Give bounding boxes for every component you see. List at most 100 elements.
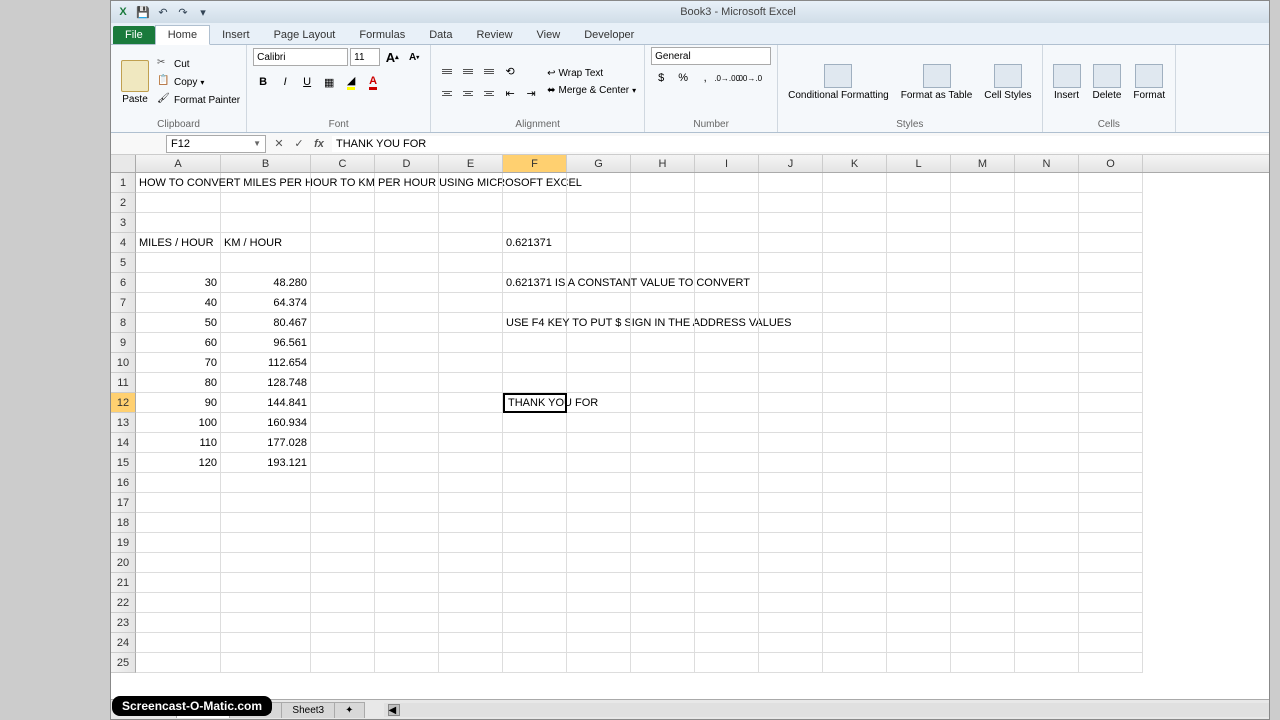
cell-D25[interactable] (375, 653, 439, 673)
cell-L17[interactable] (887, 493, 951, 513)
cell-A2[interactable] (136, 193, 221, 213)
wrap-text-button[interactable]: ↩Wrap Text (545, 66, 638, 81)
cell-C5[interactable] (311, 253, 375, 273)
cell-A3[interactable] (136, 213, 221, 233)
cell-N4[interactable] (1015, 233, 1079, 253)
row-header-12[interactable]: 12 (111, 393, 136, 413)
format-as-table-button[interactable]: Format as Table (897, 62, 977, 103)
cell-K7[interactable] (823, 293, 887, 313)
orientation-button[interactable]: ⟲ (500, 61, 520, 81)
row-header-24[interactable]: 24 (111, 633, 136, 653)
name-box-dropdown-icon[interactable]: ▼ (253, 139, 261, 148)
cell-D24[interactable] (375, 633, 439, 653)
hscroll-left-arrow[interactable]: ◀ (388, 704, 400, 716)
cell-J22[interactable] (759, 593, 823, 613)
cell-N5[interactable] (1015, 253, 1079, 273)
cell-I20[interactable] (695, 553, 759, 573)
align-right-button[interactable] (479, 83, 499, 103)
cell-E18[interactable] (439, 513, 503, 533)
cell-O10[interactable] (1079, 353, 1143, 373)
row-header-14[interactable]: 14 (111, 433, 136, 453)
save-icon[interactable]: 💾 (135, 4, 151, 20)
cell-J5[interactable] (759, 253, 823, 273)
cell-I5[interactable] (695, 253, 759, 273)
cell-M10[interactable] (951, 353, 1015, 373)
cell-I22[interactable] (695, 593, 759, 613)
cell-M19[interactable] (951, 533, 1015, 553)
row-header-19[interactable]: 19 (111, 533, 136, 553)
cell-H18[interactable] (631, 513, 695, 533)
cell-D10[interactable] (375, 353, 439, 373)
cell-A5[interactable] (136, 253, 221, 273)
cell-M9[interactable] (951, 333, 1015, 353)
cell-F13[interactable] (503, 413, 567, 433)
cell-A23[interactable] (136, 613, 221, 633)
tab-home[interactable]: Home (155, 25, 210, 45)
cell-L4[interactable] (887, 233, 951, 253)
cell-A10[interactable]: 70 (136, 353, 221, 373)
cell-G9[interactable] (567, 333, 631, 353)
cell-C4[interactable] (311, 233, 375, 253)
cell-M25[interactable] (951, 653, 1015, 673)
cell-B5[interactable] (221, 253, 311, 273)
cell-A17[interactable] (136, 493, 221, 513)
cell-B4[interactable]: KM / HOUR (221, 233, 311, 253)
cell-N24[interactable] (1015, 633, 1079, 653)
number-format-select[interactable] (651, 47, 771, 65)
cell-O2[interactable] (1079, 193, 1143, 213)
cell-J20[interactable] (759, 553, 823, 573)
cell-M24[interactable] (951, 633, 1015, 653)
cell-M11[interactable] (951, 373, 1015, 393)
cell-N13[interactable] (1015, 413, 1079, 433)
cell-N16[interactable] (1015, 473, 1079, 493)
cell-H3[interactable] (631, 213, 695, 233)
cell-G14[interactable] (567, 433, 631, 453)
cell-H12[interactable] (631, 393, 695, 413)
cell-M17[interactable] (951, 493, 1015, 513)
cell-J16[interactable] (759, 473, 823, 493)
cell-D2[interactable] (375, 193, 439, 213)
decrease-decimal-button[interactable]: .00→.0 (739, 68, 759, 88)
cell-A7[interactable]: 40 (136, 293, 221, 313)
row-header-20[interactable]: 20 (111, 553, 136, 573)
cell-A13[interactable]: 100 (136, 413, 221, 433)
cell-G13[interactable] (567, 413, 631, 433)
italic-button[interactable]: I (275, 72, 295, 92)
cell-B15[interactable]: 193.121 (221, 453, 311, 473)
cell-E12[interactable] (439, 393, 503, 413)
cell-F23[interactable] (503, 613, 567, 633)
cell-B20[interactable] (221, 553, 311, 573)
col-header-M[interactable]: M (951, 155, 1015, 172)
cell-B25[interactable] (221, 653, 311, 673)
cell-K19[interactable] (823, 533, 887, 553)
align-middle-button[interactable] (458, 61, 478, 81)
cell-F4[interactable]: 0.621371 (503, 233, 567, 253)
cell-L12[interactable] (887, 393, 951, 413)
cell-J8[interactable] (759, 313, 823, 333)
cell-H20[interactable] (631, 553, 695, 573)
align-bottom-button[interactable] (479, 61, 499, 81)
cell-H25[interactable] (631, 653, 695, 673)
qat-more-icon[interactable]: ▾ (195, 4, 211, 20)
cell-G5[interactable] (567, 253, 631, 273)
col-header-L[interactable]: L (887, 155, 951, 172)
cell-H21[interactable] (631, 573, 695, 593)
row-header-9[interactable]: 9 (111, 333, 136, 353)
cell-C7[interactable] (311, 293, 375, 313)
redo-icon[interactable]: ↷ (175, 4, 191, 20)
cell-A8[interactable]: 50 (136, 313, 221, 333)
border-button[interactable]: ▦ (319, 72, 339, 92)
cell-K20[interactable] (823, 553, 887, 573)
cell-N21[interactable] (1015, 573, 1079, 593)
col-header-N[interactable]: N (1015, 155, 1079, 172)
cell-L9[interactable] (887, 333, 951, 353)
cell-F15[interactable] (503, 453, 567, 473)
conditional-formatting-button[interactable]: Conditional Formatting (784, 62, 893, 103)
cell-E6[interactable] (439, 273, 503, 293)
cell-A16[interactable] (136, 473, 221, 493)
cell-B12[interactable]: 144.841 (221, 393, 311, 413)
cell-O21[interactable] (1079, 573, 1143, 593)
cell-E7[interactable] (439, 293, 503, 313)
name-box[interactable]: F12 ▼ (166, 135, 266, 153)
cell-K18[interactable] (823, 513, 887, 533)
